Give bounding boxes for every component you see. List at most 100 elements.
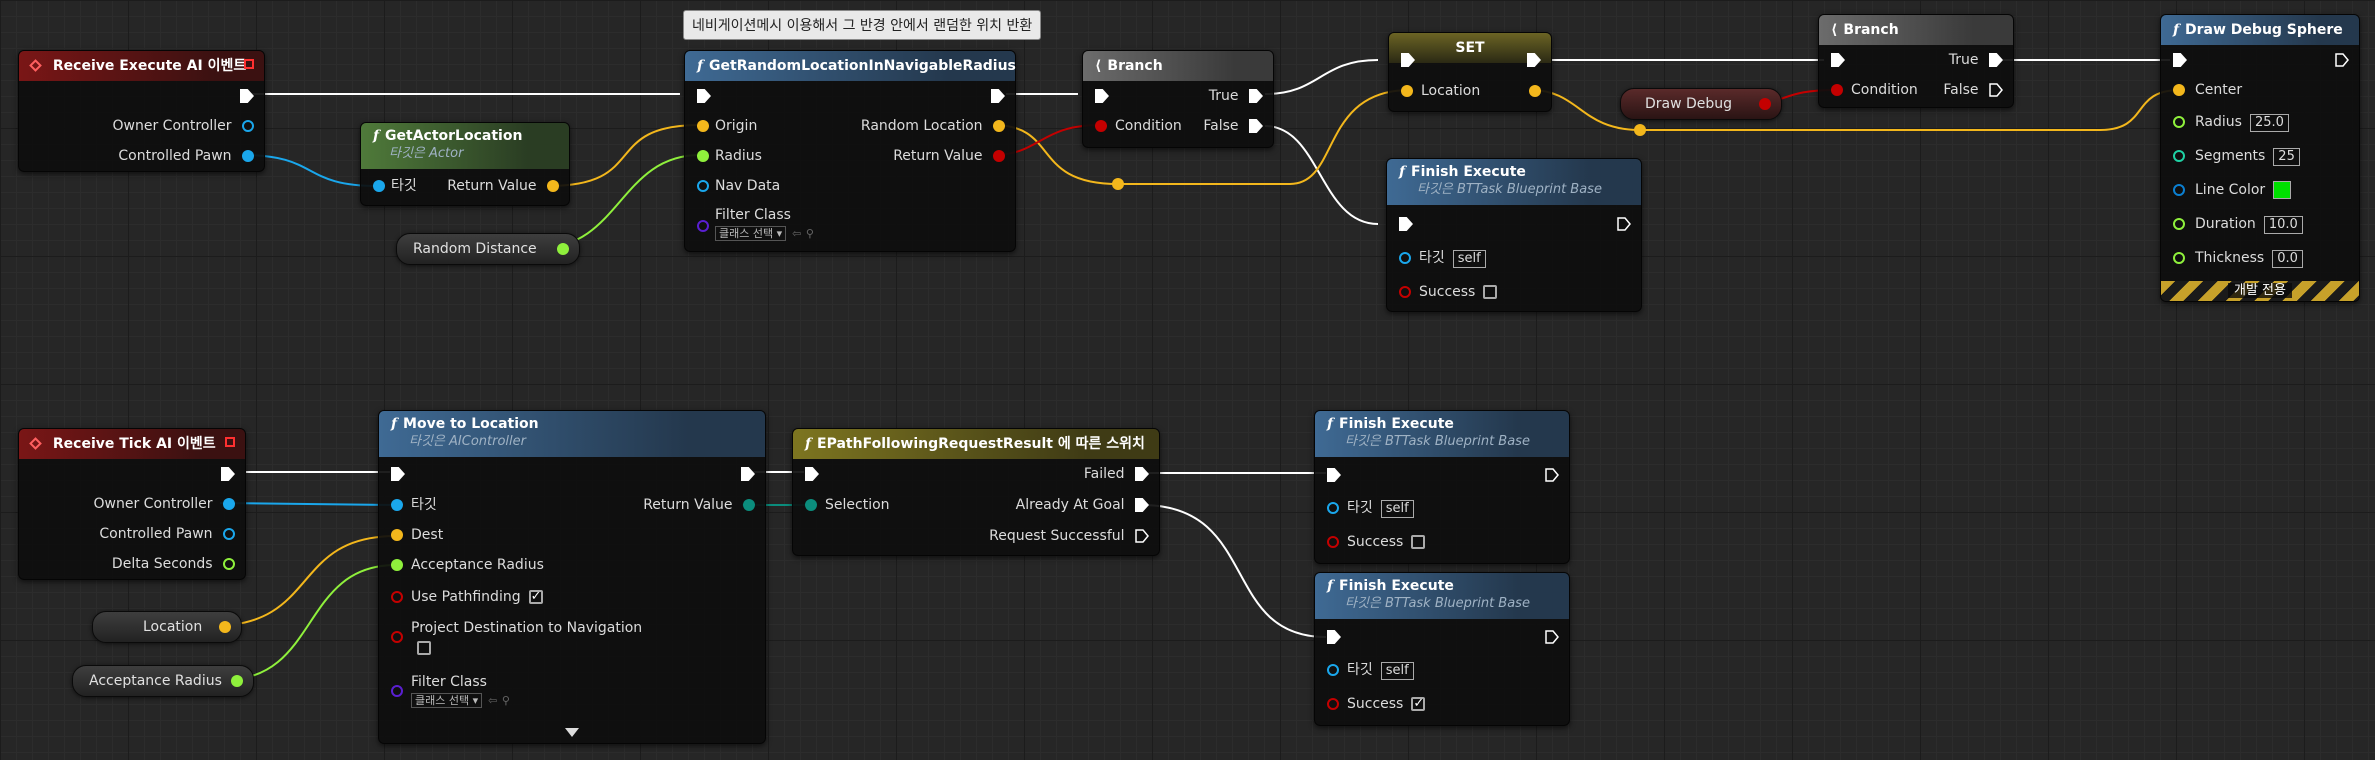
failed-exec-pin[interactable]: Failed xyxy=(1084,465,1149,483)
branch-node[interactable]: ⟨ Branch Condition True False xyxy=(1818,14,2014,108)
switch-on-enum-node[interactable]: f EPathFollowingRequestResult 에 따른 스위치 Se… xyxy=(792,428,1160,556)
branch-node[interactable]: ⟨ Branch Condition True False xyxy=(1082,50,1274,148)
receive-execute-ai-event-node[interactable]: Receive Execute AI 이벤트 Owner Controller … xyxy=(18,50,265,172)
finish-execute-node[interactable]: f Finish Execute 타깃은 BTTask Blueprint Bas… xyxy=(1386,158,1642,312)
acceptance-radius-variable[interactable]: Acceptance Radius xyxy=(72,665,254,697)
use-pathfinding-checkbox[interactable] xyxy=(528,588,543,606)
false-exec-pin[interactable]: False xyxy=(1943,81,2003,99)
location-input-pin[interactable]: Location xyxy=(1401,82,1480,100)
finish-execute-node[interactable]: f Finish Execute 타깃은 BTTask Blueprint Bas… xyxy=(1314,572,1570,726)
radius-pin[interactable]: Radius 25.0 xyxy=(2173,113,2289,132)
acceptance-radius-pin[interactable]: Acceptance Radius xyxy=(391,556,544,574)
success-checkbox[interactable] xyxy=(1483,285,1498,299)
line-color-swatch[interactable] xyxy=(2273,181,2292,199)
success-pin[interactable]: Success xyxy=(1327,695,1426,713)
search-icon[interactable]: ⚲ xyxy=(502,694,510,707)
owner-controller-pin[interactable]: Owner Controller xyxy=(94,495,235,513)
return-value-pin[interactable]: Return Value xyxy=(643,496,755,514)
success-pin[interactable]: Success xyxy=(1327,533,1426,551)
success-pin[interactable]: Success xyxy=(1399,283,1498,301)
target-pin[interactable]: 타깃 self xyxy=(1327,661,1414,680)
true-exec-pin[interactable]: True xyxy=(1209,87,1263,105)
finish-execute-node[interactable]: f Finish Execute 타깃은 BTTask Blueprint Bas… xyxy=(1314,410,1570,564)
nav-data-pin[interactable]: Nav Data xyxy=(697,177,780,195)
true-exec-pin[interactable]: True xyxy=(1949,51,2003,69)
browse-arrow-icon[interactable]: ⇦ xyxy=(792,227,801,240)
exec-output-pin[interactable] xyxy=(1545,466,1559,484)
radius-pin[interactable]: Radius xyxy=(697,147,762,165)
segments-pin[interactable]: Segments 25 xyxy=(2173,147,2300,166)
project-destination-pin[interactable]: Project Destination to Navigation xyxy=(391,619,642,659)
exec-output-pin[interactable] xyxy=(1617,215,1631,233)
exec-output-pin[interactable] xyxy=(2335,51,2349,69)
line-color-pin[interactable]: Line Color xyxy=(2173,181,2292,199)
exec-input-pin[interactable] xyxy=(1831,51,1845,69)
origin-pin[interactable]: Origin xyxy=(697,117,757,135)
exec-input-pin[interactable] xyxy=(1327,628,1341,646)
exec-output-pin[interactable] xyxy=(240,87,254,105)
thickness-pin[interactable]: Thickness 0.0 xyxy=(2173,249,2303,268)
controlled-pawn-pin[interactable]: Controlled Pawn xyxy=(118,147,254,165)
condition-pin[interactable]: Condition xyxy=(1831,81,1918,99)
receive-tick-ai-event-node[interactable]: Receive Tick AI 이벤트 Owner Controller Con… xyxy=(18,428,246,580)
duration-pin[interactable]: Duration 10.0 xyxy=(2173,215,2303,234)
dest-pin[interactable]: Dest xyxy=(391,526,443,544)
already-at-goal-exec-pin[interactable]: Already At Goal xyxy=(1016,496,1149,514)
return-value-pin[interactable]: Return Value xyxy=(893,147,1005,165)
duration-value-field[interactable]: 10.0 xyxy=(2263,216,2303,234)
exec-output-pin[interactable] xyxy=(991,87,1005,105)
return-value-pin[interactable]: Return Value xyxy=(447,177,559,195)
false-exec-pin[interactable]: False xyxy=(1203,117,1263,135)
delegate-pin-icon[interactable] xyxy=(244,59,254,69)
class-select-dropdown[interactable]: 클래스 선택 ▾ xyxy=(411,693,483,708)
set-location-node[interactable]: SET Location xyxy=(1388,32,1552,112)
bool-pin-icon[interactable] xyxy=(1759,98,1771,110)
target-value-field[interactable]: self xyxy=(1380,662,1414,680)
delegate-pin-icon[interactable] xyxy=(225,437,235,447)
target-value-field[interactable]: self xyxy=(1380,500,1414,518)
move-to-location-node[interactable]: f Move to Location 타깃은 AIController 타깃 Re… xyxy=(378,410,766,744)
exec-input-pin[interactable] xyxy=(805,465,819,483)
target-pin[interactable]: 타깃 xyxy=(373,177,417,195)
exec-input-pin[interactable] xyxy=(391,465,405,483)
exec-input-pin[interactable] xyxy=(1401,51,1415,69)
segments-value-field[interactable]: 25 xyxy=(2273,148,2300,166)
condition-pin[interactable]: Condition xyxy=(1095,117,1182,135)
exec-input-pin[interactable] xyxy=(1327,466,1341,484)
exec-input-pin[interactable] xyxy=(1095,87,1109,105)
location-variable[interactable]: Location xyxy=(92,611,242,643)
exec-output-pin[interactable] xyxy=(1527,51,1541,69)
draw-debug-variable[interactable]: Draw Debug xyxy=(1620,88,1782,120)
exec-input-pin[interactable] xyxy=(1399,215,1413,233)
get-actor-location-node[interactable]: f GetActorLocation 타깃은 Actor 타깃 Return Va… xyxy=(360,122,570,206)
exec-output-pin[interactable] xyxy=(1545,628,1559,646)
location-output-pin[interactable] xyxy=(1529,82,1541,100)
random-location-pin[interactable]: Random Location xyxy=(861,117,1005,135)
success-checkbox[interactable] xyxy=(1411,695,1426,713)
float-pin-icon[interactable] xyxy=(557,243,569,255)
delta-seconds-pin[interactable]: Delta Seconds xyxy=(112,555,235,573)
request-successful-exec-pin[interactable]: Request Successful xyxy=(989,527,1149,545)
center-pin[interactable]: Center xyxy=(2173,81,2242,99)
exec-output-pin[interactable] xyxy=(741,465,755,483)
vector-pin-icon[interactable] xyxy=(219,621,231,633)
float-pin-icon[interactable] xyxy=(231,675,243,687)
target-pin[interactable]: 타깃 self xyxy=(1327,499,1414,518)
target-pin[interactable]: 타깃 xyxy=(391,496,437,514)
exec-output-pin[interactable] xyxy=(221,465,235,483)
filter-class-pin[interactable]: Filter Class 클래스 선택 ▾ ⇦ ⚲ xyxy=(697,206,814,241)
radius-value-field[interactable]: 25.0 xyxy=(2249,114,2289,132)
target-pin[interactable]: 타깃 self xyxy=(1399,249,1486,268)
filter-class-pin[interactable]: Filter Class 클래스 선택 ▾ ⇦ ⚲ xyxy=(391,673,510,709)
use-pathfinding-pin[interactable]: Use Pathfinding xyxy=(391,588,543,606)
success-checkbox[interactable] xyxy=(1411,535,1426,549)
thickness-value-field[interactable]: 0.0 xyxy=(2272,250,2303,268)
get-random-location-node[interactable]: f GetRandomLocationInNavigableRadius Orig… xyxy=(684,50,1016,252)
target-value-field[interactable]: self xyxy=(1452,250,1486,268)
search-icon[interactable]: ⚲ xyxy=(806,227,814,240)
blueprint-graph-canvas[interactable]: 네비게이션메시 이용해서 그 반경 안에서 랜덤한 위치 반환 Receive … xyxy=(0,0,2375,760)
expand-advanced-arrow-icon[interactable] xyxy=(565,728,579,737)
owner-controller-pin[interactable]: Owner Controller xyxy=(113,117,254,135)
random-distance-variable[interactable]: Random Distance xyxy=(396,233,580,265)
exec-input-pin[interactable] xyxy=(2173,51,2187,69)
